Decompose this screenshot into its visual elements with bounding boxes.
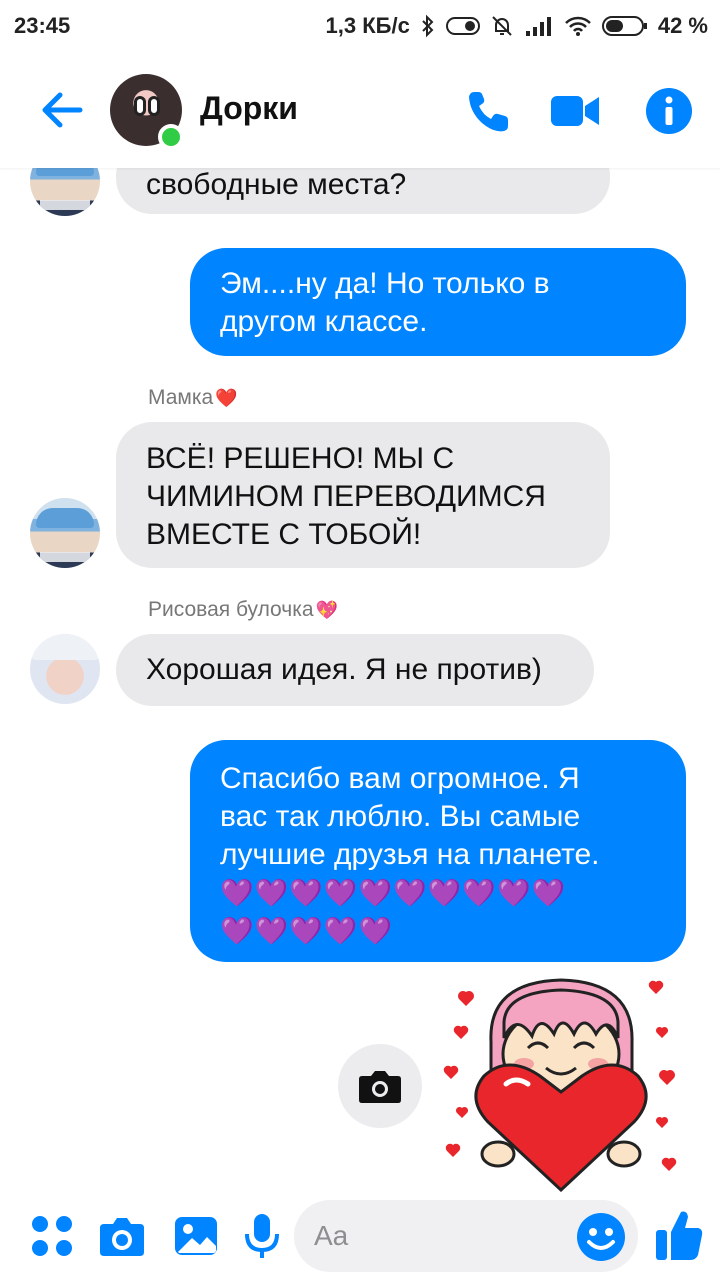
message-input[interactable] — [314, 1200, 574, 1272]
camera-button[interactable] — [338, 1044, 422, 1128]
love-heart-girl-sticker[interactable] — [436, 972, 686, 1192]
message-line: Спасибо вам огромное. Я — [220, 762, 580, 795]
status-icons: 1,3 КБ/с 42 % — [326, 13, 708, 39]
outgoing-message[interactable]: Эм....ну да! Но только в другом классе. — [190, 248, 686, 356]
chat-header: Дорки — [0, 52, 720, 168]
wifi-icon — [564, 16, 591, 36]
sender-avatar-rice-bun[interactable] — [30, 634, 100, 704]
online-status-dot — [158, 124, 184, 150]
signal-icon — [525, 17, 551, 36]
gallery-icon[interactable] — [172, 1212, 220, 1260]
bluetooth-icon — [422, 14, 434, 38]
sender-name: Рисовая булочка 💖 — [148, 598, 338, 621]
status-time: 23:45 — [14, 13, 71, 38]
incoming-message[interactable]: ВСЁ! РЕШЕНО! МЫ С ЧИМИНОМ ПЕРЕВОДИМСЯ ВМ… — [116, 422, 610, 568]
message-line: вас так люблю. Вы самые — [220, 800, 581, 833]
message-line: ЧИМИНОМ ПЕРЕВОДИМСЯ — [146, 480, 546, 513]
heart-emoji: ❤️ — [215, 387, 238, 408]
more-apps-icon[interactable] — [28, 1212, 76, 1260]
contact-name[interactable]: Дорки — [200, 90, 298, 127]
purple-hearts-line: 💜💜💜💜💜 — [220, 916, 394, 946]
message-line: Эм....ну да! Но только в — [220, 267, 550, 300]
network-speed: 1,3 КБ/с — [325, 13, 410, 38]
purple-hearts-line: 💜💜💜💜💜💜💜💜💜💜 — [220, 878, 567, 908]
message-composer — [0, 1196, 720, 1280]
muted-bell-icon — [492, 16, 512, 36]
message-line: ВМЕСТЕ С ТОБОЙ! — [146, 518, 422, 551]
emoji-icon[interactable] — [576, 1212, 626, 1262]
info-icon[interactable] — [644, 86, 694, 136]
camera-icon[interactable] — [98, 1212, 146, 1260]
sparkling-heart-emoji: 💖 — [315, 599, 338, 620]
back-arrow-icon[interactable] — [38, 86, 86, 134]
battery-icon — [601, 16, 647, 36]
outgoing-message[interactable]: Спасибо вам огромное. Я вас так люблю. В… — [190, 740, 686, 962]
sender-avatar-mamka[interactable] — [30, 498, 100, 568]
camera-icon — [359, 1071, 401, 1103]
incoming-message[interactable]: Хорошая идея. Я не против) — [116, 634, 594, 706]
message-line: другом классе. — [220, 305, 428, 338]
message-line: ВСЁ! РЕШЕНО! МЫ С — [146, 442, 455, 475]
thumbs-up-icon[interactable] — [654, 1208, 704, 1262]
phone-call-icon[interactable] — [464, 86, 514, 136]
message-text: свободные места? — [146, 168, 407, 201]
video-call-icon[interactable] — [550, 86, 600, 136]
sender-name: Мамка ❤️ — [148, 386, 238, 409]
status-bar: 23:45 1,3 КБ/с 42 % — [0, 0, 720, 52]
microphone-icon[interactable] — [238, 1212, 286, 1260]
message-input-container — [294, 1200, 638, 1272]
battery-level: 42 % — [657, 13, 708, 38]
toggle-icon — [445, 17, 480, 35]
message-text: Хорошая идея. Я не против) — [146, 653, 542, 686]
message-line: лучшие друзья на планете. — [220, 838, 600, 871]
